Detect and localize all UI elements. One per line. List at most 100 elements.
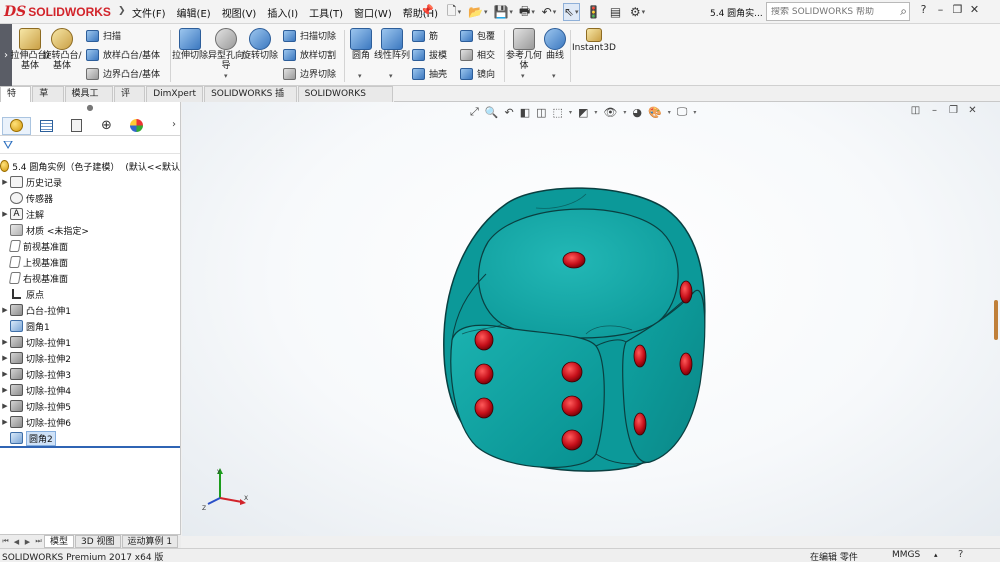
edit-appearance-icon[interactable]: ◕ [632,106,642,119]
reference-geometry-dropdown-icon[interactable]: ▾ [521,72,525,80]
tab-mbd[interactable]: SOLIDWORKS MBD [297,86,393,114]
expand-arrow-icon[interactable]: ▶ [0,370,10,378]
feature-tree-tab[interactable] [2,116,31,135]
tab-model[interactable]: 模型 [44,535,75,548]
filter-funnel-icon[interactable]: ⛛ [3,138,13,153]
minimize-icon[interactable]: – [932,3,949,16]
apply-scene-icon[interactable]: 🎨 [648,106,662,119]
menu-window[interactable]: 窗口(W) [354,5,392,20]
expand-arrow-icon[interactable]: ▶ [0,418,10,426]
swept-cut-button[interactable]: 扫描切除 [283,28,336,43]
menu-insert[interactable]: 插入(I) [267,5,298,20]
close-icon[interactable]: ✕ [966,3,983,16]
draft-button[interactable]: 拔模 [412,47,447,62]
intersect-button[interactable]: 相交 [460,47,495,62]
tab-addins[interactable]: SOLIDWORKS 插件 [204,86,297,114]
tab-mold-tools[interactable]: 模具工具 [64,86,113,114]
tree-item-cut-extrude6[interactable]: ▶ 切除-拉伸6 [0,414,180,430]
tree-item-cut-extrude3[interactable]: ▶ 切除-拉伸3 [0,366,180,382]
expand-arrow-icon[interactable]: ▶ [0,402,10,410]
zoom-to-area-icon[interactable]: 🔍 [485,106,499,119]
expand-arrow-icon[interactable]: ▶ [0,338,10,346]
dynamic-annotation-icon[interactable]: ◫ [536,106,546,119]
units-dropdown-icon[interactable]: ▴ [934,551,938,559]
menu-edit[interactable]: 编辑(E) [177,5,211,20]
viewport-minimize-icon[interactable]: – [925,105,944,116]
units-selector[interactable]: MMGS [892,550,920,560]
expand-arrow-icon[interactable]: ▶ [0,306,10,314]
expand-arrow-icon[interactable]: ▶ [0,354,10,362]
menu-tools[interactable]: 工具(T) [309,5,343,20]
tree-item-right-plane[interactable]: 右视基准面 [0,270,180,286]
viewport-scroll-thumb[interactable] [994,300,998,340]
tab-dimxpert[interactable]: DimXpert [146,86,204,102]
property-manager-tab[interactable] [32,117,61,135]
viewport-expand-icon[interactable]: ◫ [906,105,925,116]
select-cursor-icon[interactable]: ⇖ ▾ [562,3,580,21]
panel-splitter-handle[interactable]: ● [0,102,180,116]
mirror-button[interactable]: 镜向 [460,66,495,81]
tab-motion-study[interactable]: 运动算例 1 [121,535,179,548]
tree-item-annotations[interactable]: ▶ A 注解 [0,206,180,222]
boundary-cut-button[interactable]: 边界切除 [283,66,336,81]
tree-item-cut-extrude5[interactable]: ▶ 切除-拉伸5 [0,398,180,414]
menu-file[interactable]: 文件(F) [132,5,166,20]
hole-wizard-dropdown-icon[interactable]: ▾ [224,72,228,80]
rollback-bar[interactable] [0,446,180,448]
save-icon[interactable]: 💾 ▾ [493,3,512,21]
display-style-icon[interactable]: ◩ [578,106,588,119]
first-tab-icon[interactable]: ⏮ [0,537,11,546]
lofted-cut-button[interactable]: 放样切割 [283,47,336,62]
fillet-dropdown-icon[interactable]: ▾ [358,72,362,80]
curves-button[interactable]: 曲线 [538,28,572,61]
restore-icon[interactable]: ❐ [949,3,966,16]
solidworks-logo[interactable]: DS SOLIDWORKS [4,3,111,21]
tab-sketch[interactable]: 草图 [32,86,64,114]
section-view-icon[interactable]: ◧ [520,106,530,119]
tree-item-cut-extrude1[interactable]: ▶ 切除-拉伸1 [0,334,180,350]
pin-icon[interactable]: 📌 [420,4,434,17]
next-tab-icon[interactable]: ▶ [22,538,33,546]
last-tab-icon[interactable]: ⏭ [33,537,44,546]
search-icon[interactable]: ⌕ [900,4,907,19]
display-manager-tab[interactable] [122,117,151,135]
tree-item-history[interactable]: ▶ 历史记录 [0,174,180,190]
view-settings-icon[interactable]: 🖵 [677,105,688,119]
options-gear-icon[interactable]: ⚙ ▾ [630,3,646,21]
rebuild-icon[interactable]: 🚦 [586,3,602,21]
revolved-boss-button[interactable]: 旋转凸台/基体 [42,28,82,71]
tree-item-top-plane[interactable]: 上视基准面 [0,254,180,270]
logo-menu-arrow-icon[interactable]: ❯ [118,6,126,16]
extruded-cut-button[interactable]: 拉伸切除 [172,28,208,61]
expand-arrow-icon[interactable]: ▶ [0,210,10,218]
hide-show-items-icon[interactable]: 👁 [603,106,617,119]
panel-tabs-next-icon[interactable]: › [172,119,176,130]
rib-button[interactable]: 筋 [412,28,438,43]
print-icon[interactable]: 🖶 ▾ [519,3,535,21]
tree-item-cut-extrude2[interactable]: ▶ 切除-拉伸2 [0,350,180,366]
open-document-icon[interactable]: 📂 ▾ [468,3,487,21]
instant3d-button[interactable]: Instant3D [572,28,616,53]
tree-item-sensors[interactable]: 传感器 [0,190,180,206]
new-document-icon[interactable]: 🗋 ▾ [446,3,462,21]
linear-pattern-button[interactable]: 线性阵列 [374,28,410,61]
expand-arrow-icon[interactable]: ▶ [0,386,10,394]
status-help-icon[interactable]: ? [958,549,963,560]
prev-tab-icon[interactable]: ◀ [11,538,22,546]
boundary-boss-button[interactable]: 边界凸台/基体 [86,66,160,81]
configuration-manager-tab[interactable] [62,117,91,135]
hole-wizard-button[interactable]: 异型孔向导 [207,28,245,71]
linear-pattern-dropdown-icon[interactable]: ▾ [389,72,393,80]
previous-view-icon[interactable]: ↶ [505,106,514,119]
view-orientation-icon[interactable]: ⬚ [553,106,563,119]
tree-item-origin[interactable]: 原点 [0,286,180,302]
help-question-icon[interactable]: ? [915,3,932,16]
search-input[interactable] [771,6,876,17]
file-properties-icon[interactable]: ▤ [608,3,624,21]
reference-geometry-button[interactable]: 参考几何体 [506,28,542,71]
tree-item-fillet2[interactable]: 圆角2 [0,430,180,446]
tree-item-boss-extrude1[interactable]: ▶ 凸台-拉伸1 [0,302,180,318]
sweep-button[interactable]: 扫描 [86,28,121,43]
revolved-cut-button[interactable]: 旋转切除 [241,28,279,61]
curves-dropdown-icon[interactable]: ▾ [552,72,556,80]
